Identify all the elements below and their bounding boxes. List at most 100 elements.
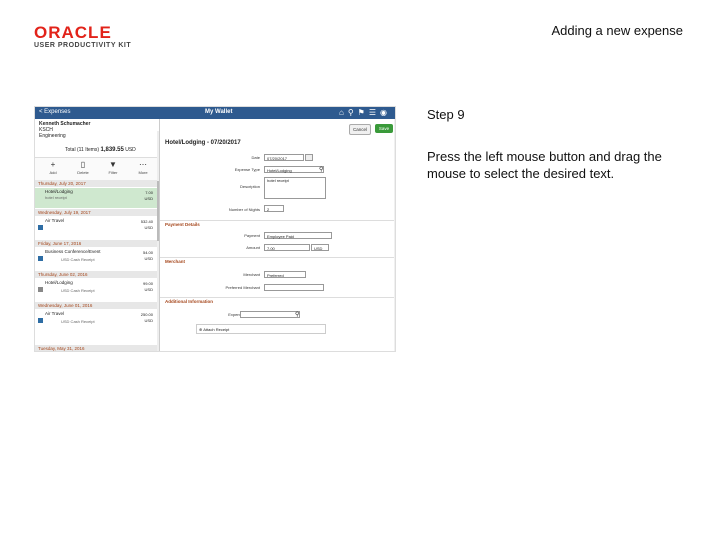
search-icon[interactable]: ⚲ [348, 108, 358, 117]
entry-title: Hotel/Lodging [45, 280, 73, 285]
save-button[interactable]: Save [375, 124, 393, 133]
entry-sub: USD Cash Receipt [61, 257, 95, 262]
entry-title: Air Travel [45, 311, 65, 316]
preferred-merchant-label: Preferred Merchant [225, 285, 260, 290]
day-header-text: Friday, June 17, 2016 [38, 241, 82, 246]
detail-scrollbar[interactable] [394, 119, 395, 351]
nav-icon[interactable]: ◉ [380, 108, 391, 117]
payment-label: Payment [244, 233, 260, 238]
total-amount: 1,839.55 [100, 147, 124, 153]
search-icon[interactable]: ⚲ [295, 311, 299, 318]
date-field[interactable]: 07/20/2017 [264, 154, 304, 161]
trash-icon: ▯ [80, 160, 86, 169]
more-label: More [138, 170, 148, 175]
nights-field[interactable]: 2 [264, 205, 284, 212]
entry-currency: USD [144, 287, 153, 292]
day-header-text: Wednesday, June 01, 2016 [38, 303, 93, 308]
entry-sub: USD Cash Receipt [61, 288, 95, 293]
expense-type-icon [38, 256, 43, 261]
employee-dept: Engineering [39, 133, 66, 139]
add-button[interactable]: + Add [41, 160, 65, 175]
hotel-icon [38, 287, 43, 292]
plus-circle-icon: ⊕ [199, 327, 203, 332]
merchant-label: Merchant [243, 272, 260, 277]
divider [160, 257, 395, 258]
payment-select[interactable]: Employee Paid [264, 232, 332, 239]
list-scrollbar[interactable] [157, 131, 159, 351]
preferred-merchant-select[interactable] [264, 284, 324, 291]
day-header[interactable]: Thursday, June 02, 2016 [35, 271, 159, 278]
menu-icon[interactable]: ☰ [369, 108, 380, 117]
entry-currency: USD [144, 225, 153, 230]
filter-icon: ▼ [109, 160, 117, 169]
scroll-thumb[interactable] [157, 181, 159, 241]
day-header-text: Tuesday, May 31, 2016 [38, 346, 85, 351]
list-item[interactable]: Air Travel 532.40 USD [35, 217, 159, 239]
day-header[interactable]: Friday, June 17, 2016 [35, 240, 159, 247]
attach-receipt-button[interactable]: ⊕ Attach Receipt [196, 324, 326, 334]
flag-icon[interactable]: ⚑ [358, 108, 369, 117]
document-title: Adding a new expense [551, 23, 683, 38]
entry-sub: hotel receipt [45, 195, 67, 200]
home-icon[interactable]: ⌂ [339, 108, 348, 117]
cancel-button[interactable]: Cancel [349, 124, 371, 135]
more-button[interactable]: ⋯ More [131, 160, 155, 175]
entry-title: Hotel/Lodging [45, 189, 73, 194]
entry-amount: 99.00 [142, 281, 153, 286]
list-item[interactable]: Business Conference/Event USD Cash Recei… [35, 248, 159, 270]
expense-type-icon [38, 225, 43, 230]
divider [160, 297, 395, 298]
wallet-toolbar: + Add ▯ Delete ▼ Filter ⋯ More [35, 157, 159, 181]
filter-button[interactable]: ▼ Filter [101, 160, 125, 175]
search-icon[interactable]: ⚲ [319, 166, 323, 173]
header-icons[interactable]: ⌂⚲⚑☰◉ [339, 108, 391, 117]
employee-info: Kenneth Schumacher KSCH Engineering [39, 121, 90, 139]
payment-section-title: Payment Details [165, 222, 200, 227]
amount-field[interactable]: 7.00 [264, 244, 310, 251]
day-header-text: Wednesday, July 19, 2017 [38, 210, 91, 215]
entry-sub: USD Cash Receipt [61, 319, 95, 324]
day-header-text: Thursday, June 02, 2016 [38, 272, 88, 277]
divider [160, 220, 395, 221]
filter-label: Filter [108, 170, 118, 175]
description-field[interactable]: hotel receipt [264, 177, 326, 199]
step-label: Step 9 [427, 107, 465, 122]
day-header-text: Thursday, July 20, 2017 [38, 181, 86, 186]
expense-detail-pane: Cancel Save Hotel/Lodging - 07/20/2017 D… [160, 119, 395, 351]
list-item[interactable]: Hotel/Lodging hotel receipt 7.00 USD [35, 188, 159, 208]
oracle-logo: ORACLE USER PRODUCTIVITY KIT [34, 24, 131, 49]
entry-currency: USD [144, 318, 153, 323]
app-header-bar: < Expenses My Wallet ⌂⚲⚑☰◉ [35, 107, 395, 119]
expense-location-field[interactable] [240, 311, 300, 318]
expense-type-field[interactable]: Hotel/Lodging [264, 166, 324, 173]
day-header[interactable]: Wednesday, July 19, 2017 [35, 209, 159, 216]
expense-type-label: Expense Type [234, 167, 260, 172]
expense-type-icon [38, 318, 43, 323]
list-item[interactable]: Hotel/Lodging USD Cash Receipt 99.00 USD [35, 279, 159, 301]
entry-currency: USD [144, 196, 153, 201]
day-header[interactable]: Thursday, July 20, 2017 [35, 180, 159, 187]
more-icon: ⋯ [139, 160, 147, 169]
additional-info-section-title: Additional Information [165, 299, 213, 304]
merchant-select[interactable]: Preferred [264, 271, 306, 278]
entry-amount: 54.00 [142, 250, 153, 255]
delete-label: Delete [77, 170, 89, 175]
entry-amount: 532.40 [140, 219, 153, 224]
list-item[interactable]: Air Travel USD Cash Receipt 250.00 USD [35, 310, 159, 332]
calendar-icon[interactable] [305, 154, 313, 161]
nights-label: Number of Nights [228, 207, 260, 212]
wallet-list-pane: Kenneth Schumacher KSCH Engineering Tota… [35, 119, 160, 351]
back-link[interactable]: < Expenses [39, 109, 71, 115]
step-instruction: Press the left mouse button and drag the… [427, 149, 662, 181]
description-label: Description [239, 184, 260, 189]
entry-amount: 250.00 [140, 312, 153, 317]
detail-title: Hotel/Lodging - 07/20/2017 [165, 140, 241, 146]
entry-amount: 7.00 [145, 190, 153, 195]
logo-main-text: ORACLE [34, 23, 112, 42]
delete-button[interactable]: ▯ Delete [71, 160, 95, 175]
day-header[interactable]: Wednesday, June 01, 2016 [35, 302, 159, 309]
day-header[interactable]: Tuesday, May 31, 2016 [35, 345, 159, 351]
amount-label: Amount [246, 245, 260, 250]
currency-select[interactable]: USD [311, 244, 329, 251]
add-label: Add [49, 170, 57, 175]
